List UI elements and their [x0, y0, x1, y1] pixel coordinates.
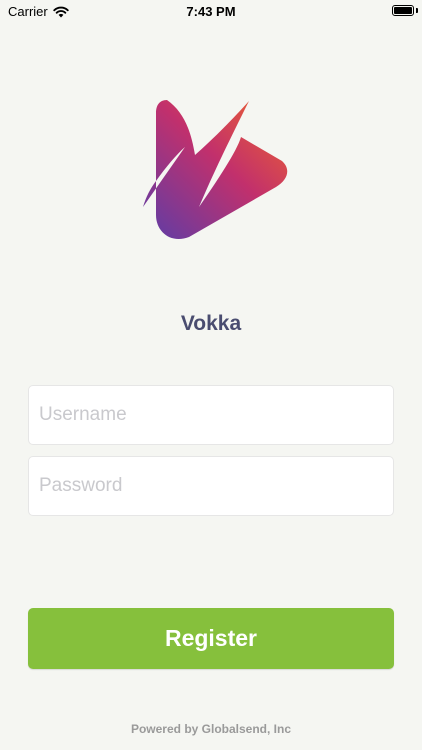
powered-by-footer: Powered by Globalsend, Inc	[130, 722, 292, 736]
username-input[interactable]	[29, 386, 393, 444]
username-field[interactable]	[28, 385, 394, 445]
app-name: Vokka	[180, 312, 242, 335]
register-button[interactable]: Register	[28, 608, 394, 669]
battery-nub	[416, 8, 418, 13]
password-input[interactable]	[29, 457, 393, 515]
status-time: 7:43 PM	[186, 4, 236, 19]
status-bar: Carrier 7:43 PM	[0, 0, 422, 22]
password-field[interactable]	[28, 456, 394, 516]
app-logo	[143, 100, 288, 240]
battery-level	[394, 7, 412, 14]
battery-icon	[392, 5, 414, 16]
